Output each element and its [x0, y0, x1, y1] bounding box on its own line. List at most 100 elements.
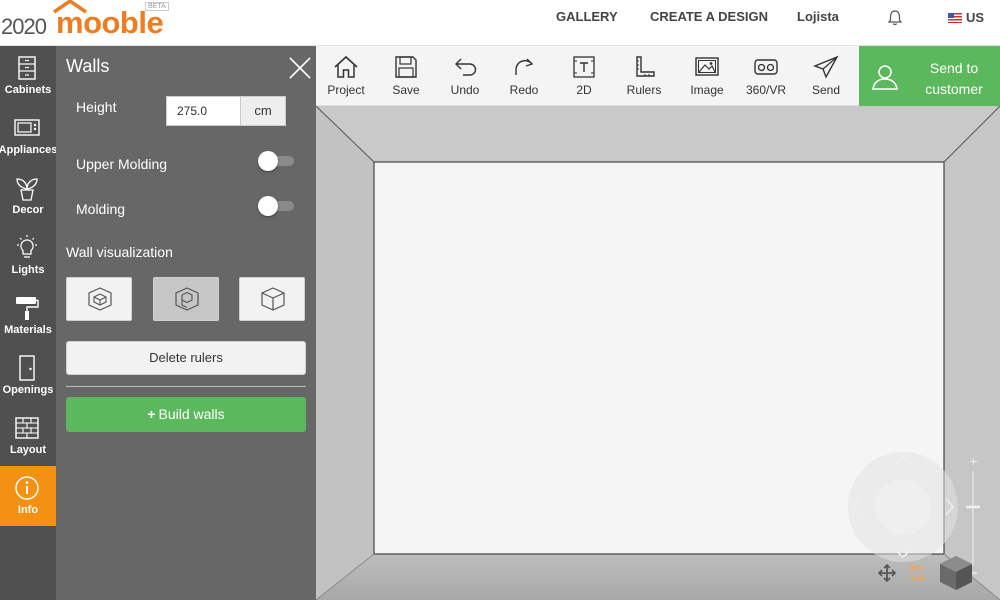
rail-item-materials[interactable]: Materials	[0, 286, 56, 346]
molding-label: Molding	[76, 201, 126, 217]
rail-item-openings[interactable]: Openings	[0, 346, 56, 406]
rail-item-lights[interactable]: Lights	[0, 226, 56, 286]
cube-cutaway-icon	[175, 287, 199, 311]
vr-headset-icon	[754, 59, 778, 75]
send-to-customer-line1: Send to	[929, 60, 979, 76]
image-icon	[695, 57, 719, 76]
nav-create-design[interactable]: CREATE A DESIGN	[650, 9, 768, 24]
send-to-customer-button[interactable]: Send to customer	[859, 46, 1000, 106]
plus-icon: +	[147, 406, 156, 422]
rail-item-layout[interactable]: Layout	[0, 406, 56, 466]
viz-cutaway-button[interactable]	[153, 277, 219, 321]
tool-project[interactable]: Project	[326, 46, 366, 106]
rail-label: Layout	[9, 444, 47, 456]
walls-panel: Walls Height 275.0 cm Upper Molding Mold…	[56, 46, 316, 600]
rail-label: Lights	[11, 264, 45, 276]
info-icon	[15, 476, 39, 500]
logo-numbers: 2020	[1, 14, 47, 39]
view-cube-icon[interactable]	[938, 554, 974, 592]
build-walls-button[interactable]: + Build walls	[66, 397, 306, 432]
move-icon[interactable]	[878, 564, 896, 582]
home-icon	[334, 55, 358, 78]
tool-label: Project	[327, 83, 365, 97]
cube-low-walls-icon	[88, 287, 112, 311]
bell-icon[interactable]	[886, 9, 904, 27]
height-label: Height	[76, 99, 117, 115]
redo-icon	[515, 58, 534, 75]
toggle-knob	[258, 196, 278, 216]
toggle-knob	[258, 151, 278, 171]
tool-label: 360/VR	[745, 83, 787, 97]
height-input[interactable]: 275.0	[166, 96, 241, 126]
language-label: US	[966, 10, 985, 25]
send-to-customer-label: Send to customer	[914, 58, 994, 100]
tool-undo[interactable]: Undo	[445, 46, 485, 106]
rotate-icon[interactable]	[908, 564, 926, 582]
tool-360-vr[interactable]: 360/VR	[746, 46, 786, 106]
undo-icon	[455, 58, 477, 76]
us-flag-icon	[948, 13, 962, 23]
close-icon[interactable]	[288, 56, 312, 80]
paint-roller-icon	[16, 297, 39, 320]
save-icon	[395, 56, 417, 78]
rail-label: Decor	[12, 204, 44, 216]
rail-item-info[interactable]: Info	[0, 466, 56, 526]
tool-rulers[interactable]: Rulers	[624, 46, 664, 106]
2d-icon	[573, 56, 595, 78]
camera-navigation-pad[interactable]	[848, 452, 958, 562]
svg-text:+: +	[969, 456, 978, 468]
tool-label: Rulers	[626, 83, 662, 97]
rail-item-appliances[interactable]: Appliances	[0, 106, 57, 166]
microwave-icon	[14, 119, 40, 136]
rail-label: Openings	[2, 384, 54, 396]
panel-title: Walls	[66, 56, 110, 76]
viz-walls-up-button[interactable]	[239, 277, 305, 321]
viz-walls-down-button[interactable]	[66, 277, 132, 321]
molding-toggle[interactable]	[258, 196, 296, 216]
left-wall	[316, 106, 374, 600]
build-walls-label: Build walls	[158, 406, 225, 422]
bulb-icon	[17, 235, 37, 258]
rail-label: Materials	[4, 324, 52, 336]
tool-save[interactable]: Save	[386, 46, 426, 106]
language-selector[interactable]: US	[948, 10, 984, 25]
upper-molding-toggle[interactable]	[258, 151, 296, 171]
tool-label: Image	[690, 83, 724, 97]
wall-visualization-label: Wall visualization	[66, 244, 173, 260]
top-bar: 2020 mooble BETA GALLERY CREATE A DESIGN…	[0, 0, 1000, 46]
delete-rulers-button[interactable]: Delete rulers	[66, 341, 306, 375]
ruler-icon	[636, 56, 655, 77]
rail-label: Info	[17, 504, 39, 516]
ceiling-wall	[316, 106, 1000, 162]
tool-label: Save	[392, 83, 420, 97]
tool-redo[interactable]: Redo	[504, 46, 544, 106]
door-icon	[19, 355, 35, 381]
tool-image[interactable]: Image	[687, 46, 727, 106]
navigation-pad-center[interactable]	[875, 479, 931, 535]
tool-label: Send	[811, 83, 841, 97]
rail-label: Cabinets	[4, 84, 52, 96]
toolbar: Project Save Undo Redo 2D Rulers Image 3…	[316, 46, 859, 106]
paper-plane-icon	[813, 55, 839, 79]
plant-icon	[16, 178, 38, 201]
tool-label: Redo	[509, 83, 539, 97]
tool-send[interactable]: Send	[806, 46, 846, 106]
upper-molding-label: Upper Molding	[76, 156, 168, 172]
rail-item-cabinets[interactable]: Cabinets	[0, 46, 56, 106]
tool-2d[interactable]: 2D	[564, 46, 604, 106]
nav-lojista[interactable]: Lojista	[797, 9, 839, 24]
category-rail: Cabinets Appliances Decor Lights Materia…	[0, 46, 57, 600]
rail-label: Appliances	[0, 144, 58, 156]
user-icon	[872, 65, 898, 90]
3d-viewport[interactable]: +	[316, 106, 1000, 600]
nav-gallery[interactable]: GALLERY	[556, 9, 618, 24]
tool-label: Undo	[450, 83, 480, 97]
brick-wall-icon	[15, 417, 39, 439]
height-unit: cm	[240, 96, 286, 126]
rail-item-decor[interactable]: Decor	[0, 166, 56, 226]
send-to-customer-line2: customer	[925, 81, 983, 97]
cube-full-walls-icon	[261, 287, 285, 311]
logo[interactable]: 2020 mooble BETA	[0, 0, 170, 46]
cabinet-icon	[18, 56, 36, 80]
beta-badge: BETA	[145, 2, 169, 11]
